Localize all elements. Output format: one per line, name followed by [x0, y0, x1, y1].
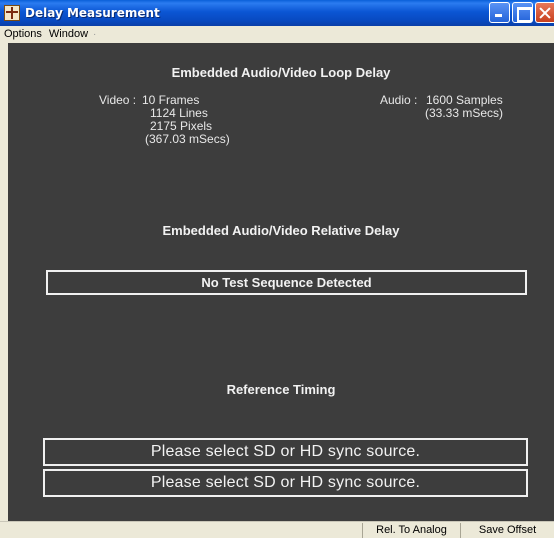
rel-to-analog-button[interactable]: Rel. To Analog [362, 523, 460, 538]
window-title: Delay Measurement [25, 6, 160, 20]
menu-bar: Options Window · [0, 26, 554, 42]
relative-delay-heading: Embedded Audio/Video Relative Delay [162, 223, 400, 238]
audio-label: Audio : [380, 93, 418, 107]
maximize-button[interactable] [512, 2, 533, 23]
audio-msecs: (33.33 mSecs) [425, 106, 504, 120]
window-controls [489, 2, 554, 23]
menu-separator: · [93, 28, 97, 40]
video-msecs: (367.03 mSecs) [145, 132, 230, 146]
close-button[interactable] [535, 2, 554, 23]
status-bar: Rel. To Analog Save Offset [0, 521, 554, 538]
loop-delay-heading: Embedded Audio/Video Loop Delay [171, 65, 391, 80]
app-icon[interactable] [4, 5, 20, 21]
menu-window[interactable]: Window [46, 28, 91, 40]
relative-delay-status: No Test Sequence Detected [46, 270, 527, 295]
delay-measurement-window: Delay Measurement Options Window · Embed… [0, 0, 554, 538]
measurement-panel: Embedded Audio/Video Loop Delay Video : … [8, 43, 554, 521]
reference-timing-line-2: Please select SD or HD sync source. [43, 469, 528, 497]
reference-timing-heading: Reference Timing [226, 382, 336, 397]
video-label: Video : [99, 93, 137, 107]
reference-timing-line-1: Please select SD or HD sync source. [43, 438, 528, 466]
save-offset-button[interactable]: Save Offset [460, 523, 554, 538]
title-bar[interactable]: Delay Measurement [0, 0, 554, 26]
minimize-button[interactable] [489, 2, 510, 23]
menu-options[interactable]: Options [1, 28, 45, 40]
